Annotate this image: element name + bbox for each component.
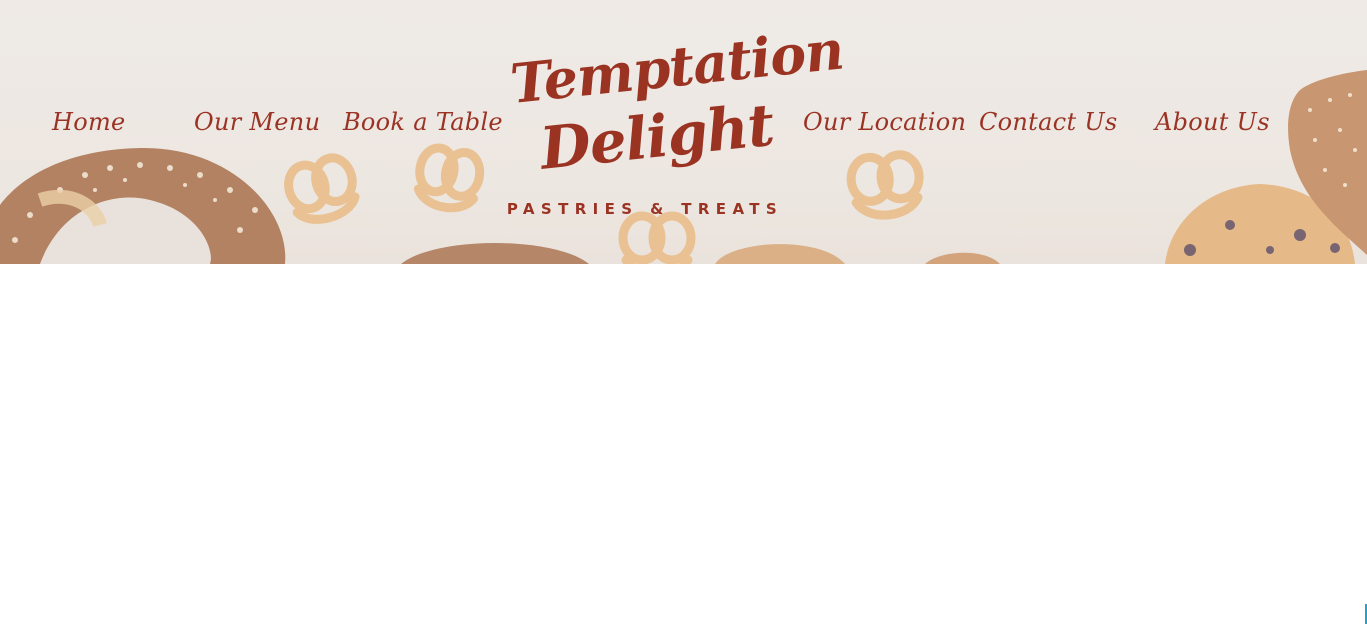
nav-book-a-table[interactable]: Book a Table: [343, 108, 503, 136]
nav-our-menu[interactable]: Our Menu: [194, 108, 320, 136]
main-content: [0, 264, 1367, 624]
nav-our-location[interactable]: Our Location: [803, 108, 966, 136]
nav-about-us[interactable]: About Us: [1155, 108, 1270, 136]
site-header: Home Our Menu Book a Table Our Location …: [0, 0, 1367, 264]
logo-tagline: PASTRIES & TREATS: [506, 200, 784, 218]
nav-contact-us[interactable]: Contact Us: [979, 108, 1117, 136]
nav-home[interactable]: Home: [52, 108, 126, 136]
